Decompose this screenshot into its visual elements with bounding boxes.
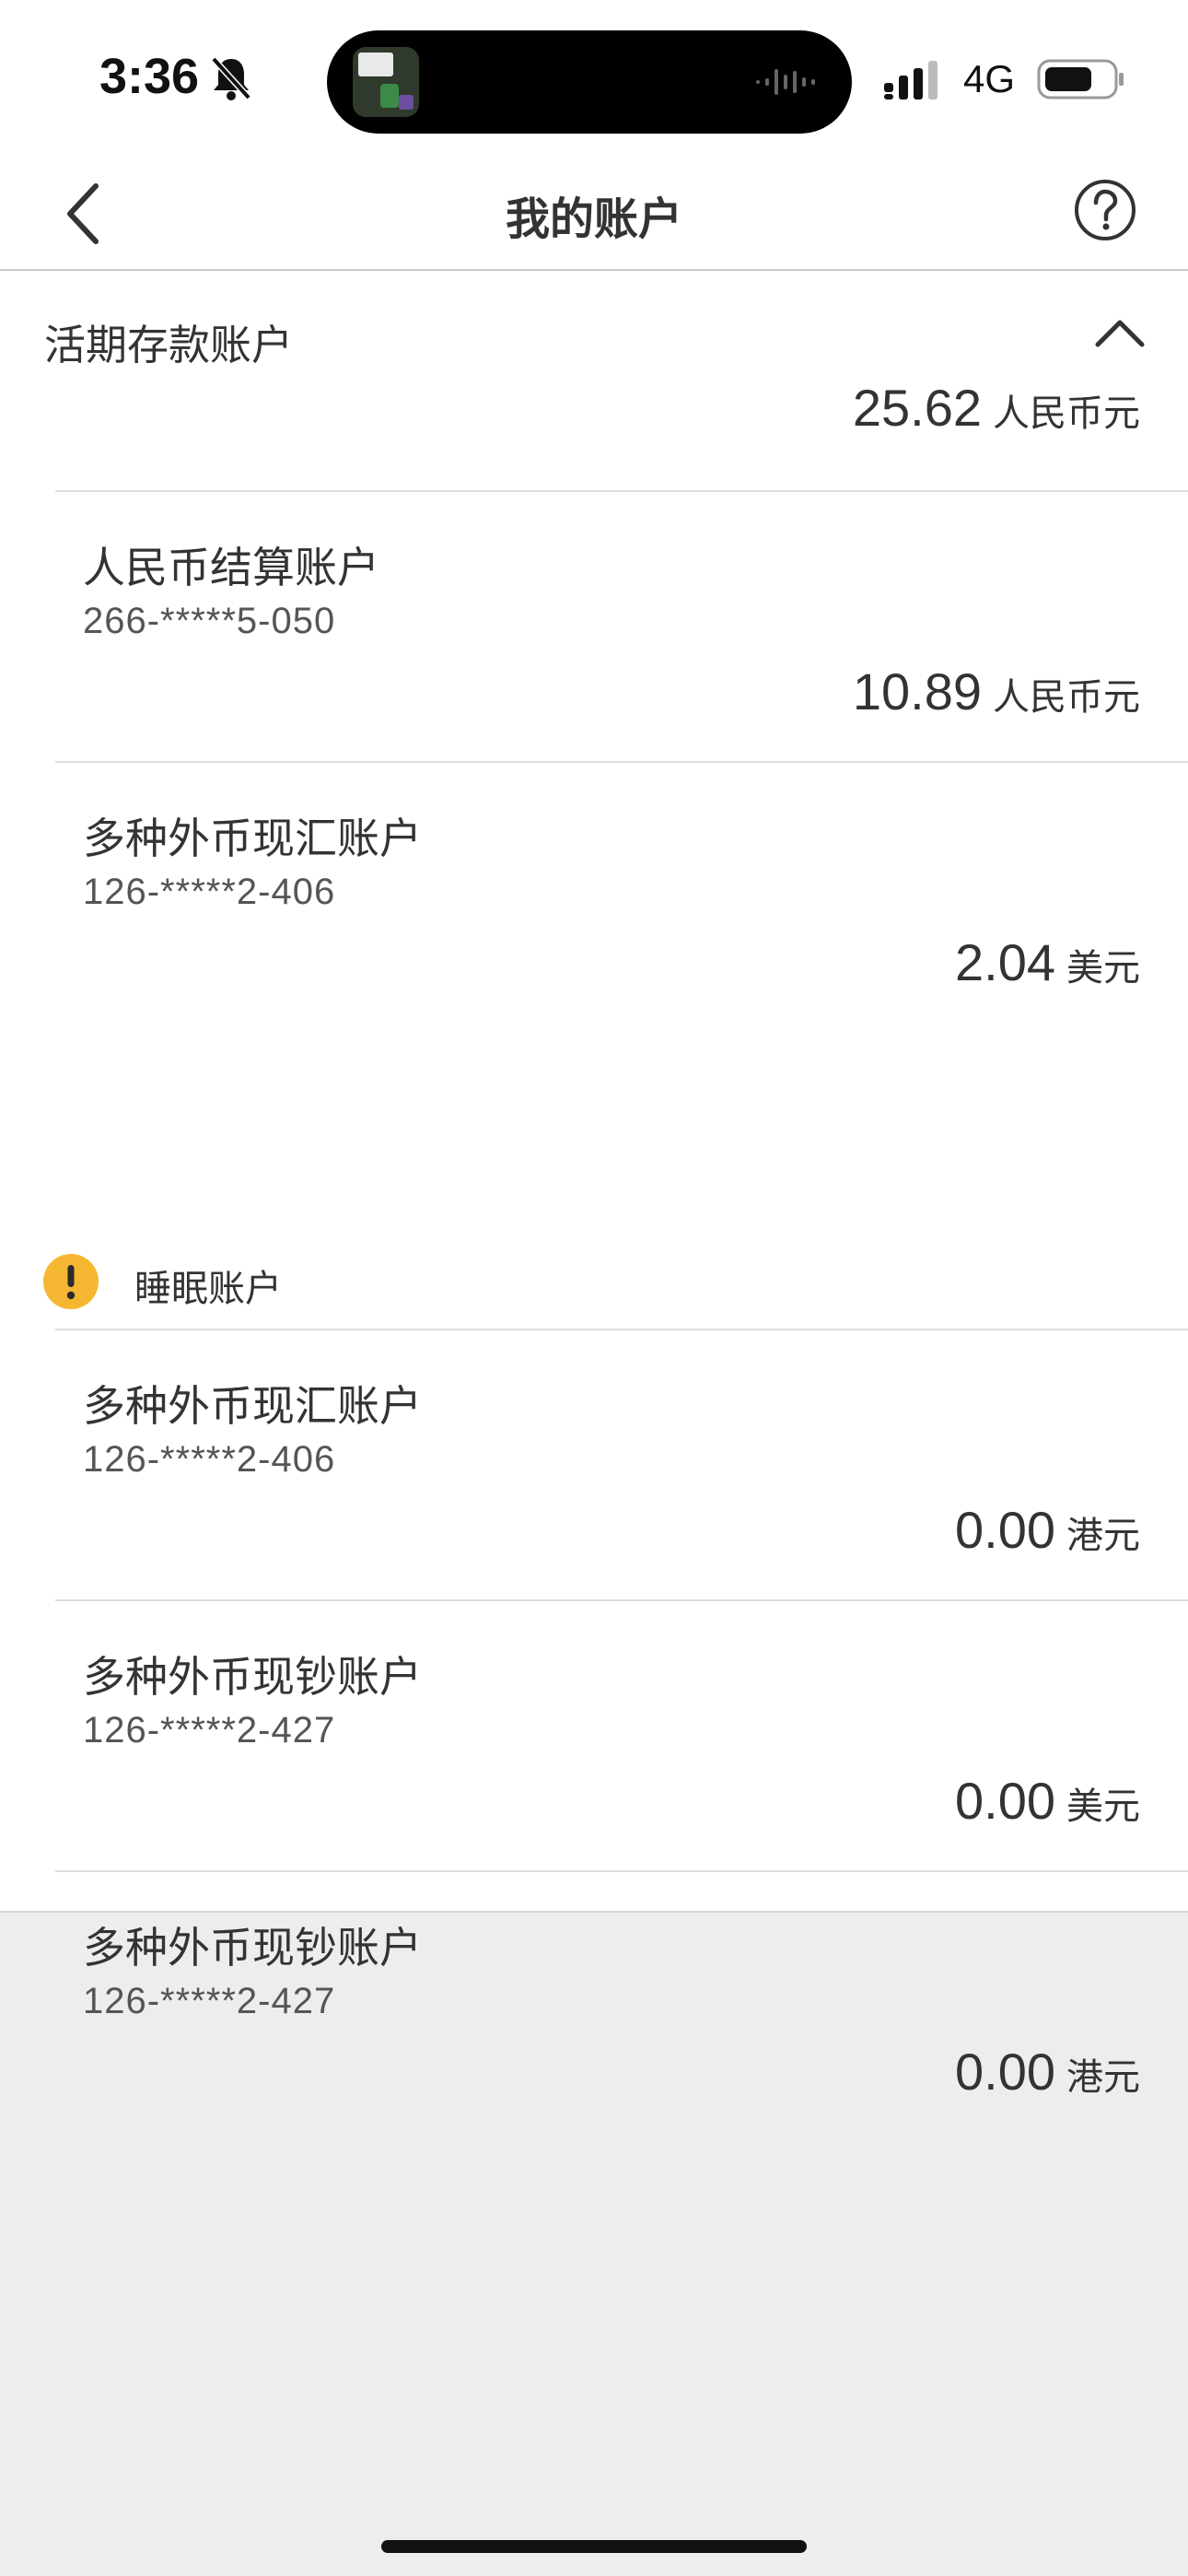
account-row[interactable]: 人民币结算账户 266-*****5-050 10.89 人民币元	[0, 492, 1188, 761]
dynamic-island	[327, 30, 852, 134]
account-balance: 0.00 港元	[955, 1500, 1140, 1560]
account-balance-currency: 港元	[1066, 2056, 1140, 2099]
account-row[interactable]: 多种外币现汇账户 126-*****2-406 2.04 美元	[0, 763, 1188, 1032]
account-balance: 0.00 美元	[955, 1771, 1140, 1831]
page-title: 我的账户	[505, 193, 682, 245]
account-balance: 2.04 美元	[955, 932, 1140, 992]
account-balance-value: 0.00	[955, 1501, 1055, 1559]
account-name: 人民币结算账户	[83, 543, 379, 592]
account-balance: 10.89 人民币元	[853, 662, 1140, 721]
account-balance-currency: 人民币元	[993, 676, 1140, 719]
account-balance-value: 0.00	[955, 2043, 1055, 2101]
account-name: 多种外币现汇账户	[83, 1381, 422, 1431]
account-balance-currency: 港元	[1066, 1515, 1140, 1557]
help-button[interactable]	[1072, 177, 1138, 243]
live-activity-thumbnail	[353, 47, 419, 117]
section-total: 25.62 人民币元	[853, 378, 1140, 438]
account-balance-value: 10.89	[852, 662, 982, 720]
account-number: 126-*****2-406	[83, 872, 336, 912]
account-number: 126-*****2-427	[83, 1710, 336, 1751]
account-number: 126-*****2-427	[83, 1981, 336, 2021]
account-balance-value: 2.04	[955, 933, 1055, 991]
status-bar: 3:36 4G	[0, 0, 1188, 157]
account-number: 266-*****5-050	[83, 601, 336, 641]
audio-waveform-icon	[756, 69, 815, 95]
home-indicator[interactable]	[381, 2540, 807, 2553]
signal-icon	[884, 61, 938, 100]
account-balance: 0.00 港元	[955, 2042, 1140, 2102]
account-name: 多种外币现汇账户	[83, 814, 422, 863]
account-row[interactable]: 多种外币现钞账户 126-*****2-427 0.00 港元	[0, 1872, 1188, 2141]
account-row[interactable]: 多种外币现钞账户 126-*****2-427 0.00 美元	[0, 1601, 1188, 1870]
account-name: 多种外币现钞账户	[83, 1652, 422, 1702]
accounts-card: 活期存款账户 25.62 人民币元 人民币结算账户 266-*****5-050 …	[0, 271, 1188, 2101]
account-number: 126-*****2-406	[83, 1439, 336, 1480]
section-total-currency: 人民币元	[993, 392, 1140, 435]
bell-off-icon	[211, 56, 251, 100]
account-balance-value: 0.00	[955, 1772, 1055, 1830]
account-name: 多种外币现钞账户	[83, 1923, 422, 1973]
section-total-value: 25.62	[852, 379, 982, 437]
nav-bar: 我的账户	[0, 157, 1188, 271]
section-header[interactable]: 活期存款账户 25.62 人民币元	[0, 271, 1188, 490]
status-time: 3:36	[99, 49, 200, 104]
battery-icon	[1037, 59, 1124, 100]
chevron-up-icon[interactable]	[1092, 313, 1147, 350]
account-balance-currency: 美元	[1066, 1786, 1140, 1828]
account-row[interactable]: 多种外币现汇账户 126-*****2-406 0.00 港元	[0, 1330, 1188, 1599]
account-balance-currency: 美元	[1066, 947, 1140, 989]
section-title: 活期存款账户	[44, 321, 294, 369]
network-type: 4G	[963, 57, 1016, 100]
